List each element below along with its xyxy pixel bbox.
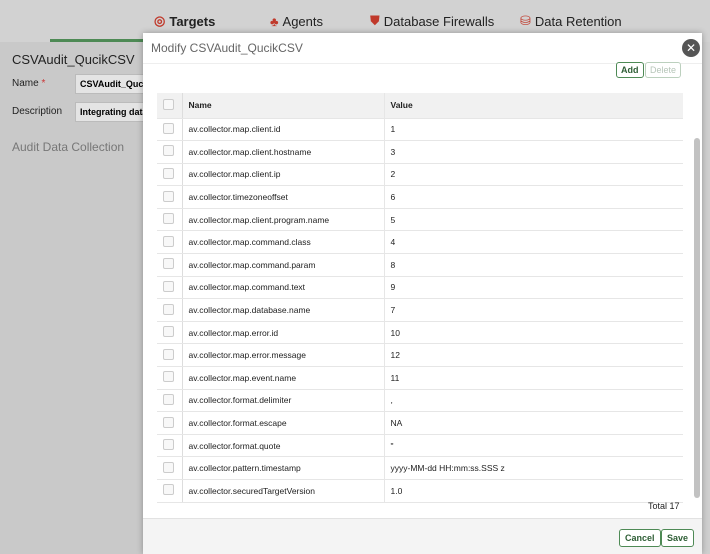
table-row[interactable]: av.collector.map.error.message 12 — [157, 343, 683, 368]
attribute-value[interactable]: NA — [384, 411, 683, 435]
target-icon: ◎ — [154, 13, 166, 28]
table-row[interactable]: av.collector.map.command.param 8 — [157, 253, 683, 277]
table-row[interactable]: av.collector.map.client.hostname 3 — [157, 140, 683, 164]
column-name[interactable]: Name — [182, 93, 385, 119]
row-checkbox[interactable] — [163, 393, 174, 405]
row-checkbox[interactable] — [163, 258, 174, 270]
attribute-name: av.collector.timezoneoffset — [182, 185, 385, 209]
cancel-button[interactable]: Cancel — [619, 529, 661, 547]
attribute-value[interactable]: 7 — [384, 298, 683, 322]
attribute-value[interactable]: 8 — [384, 253, 683, 277]
dialog-header: Modify CSVAudit_QucikCSV ✕ — [143, 33, 702, 64]
attribute-value[interactable]: 10 — [384, 321, 683, 345]
table-row[interactable]: av.collector.map.database.name 7 — [157, 298, 683, 322]
table-row[interactable]: av.collector.pattern.timestamp yyyy-MM-dd… — [157, 456, 683, 480]
row-checkbox[interactable] — [163, 303, 174, 315]
row-checkbox[interactable] — [163, 235, 174, 247]
description-label: Description — [12, 106, 63, 117]
description-field[interactable]: Integrating database — [75, 102, 145, 122]
attribute-name: av.collector.format.quote — [182, 434, 385, 458]
add-button[interactable]: Add — [616, 62, 644, 78]
attribute-name: av.collector.map.error.id — [182, 321, 385, 345]
shield-icon: ⛊ — [370, 13, 380, 28]
section-audit-data-collection: Audit Data Collection — [12, 140, 125, 154]
table-row[interactable]: av.collector.map.client.ip 2 — [157, 163, 683, 187]
table-row[interactable]: av.collector.format.quote " — [157, 434, 683, 458]
attribute-name: av.collector.map.client.hostname — [182, 140, 385, 164]
row-checkbox[interactable] — [163, 190, 174, 202]
attribute-value[interactable]: 1 — [384, 118, 683, 142]
row-checkbox[interactable] — [163, 122, 174, 134]
attribute-value[interactable]: 9 — [384, 276, 683, 300]
attribute-value[interactable]: 12 — [384, 343, 683, 368]
attribute-name: av.collector.map.client.id — [182, 118, 385, 142]
attribute-name: av.collector.format.delimiter — [182, 389, 385, 413]
row-checkbox[interactable] — [163, 280, 174, 292]
total-count: Total 17 — [648, 501, 680, 511]
table-row[interactable]: av.collector.map.error.id 10 — [157, 321, 683, 345]
attribute-value[interactable]: 11 — [384, 366, 683, 390]
target-details-panel: CSVAudit_QucikCSV Name * CSVAudit_QucikC… — [0, 42, 145, 554]
attribute-name: av.collector.map.client.ip — [182, 163, 385, 187]
attribute-value[interactable]: 3 — [384, 140, 683, 164]
delete-button[interactable]: Delete — [645, 62, 682, 78]
table-row[interactable]: av.collector.map.event.name 11 — [157, 366, 683, 390]
row-checkbox[interactable] — [163, 371, 174, 383]
row-checkbox[interactable] — [163, 461, 174, 473]
table-row[interactable]: av.collector.map.command.class 4 — [157, 230, 683, 255]
row-checkbox[interactable] — [163, 213, 174, 225]
attribute-name: av.collector.securedTargetVersion — [182, 479, 385, 503]
row-checkbox[interactable] — [163, 145, 174, 157]
attribute-name: av.collector.map.database.name — [182, 298, 385, 322]
dialog-title: Modify CSVAudit_QucikCSV — [151, 41, 303, 55]
attribute-name: av.collector.format.escape — [182, 411, 385, 435]
modify-dialog: Modify CSVAudit_QucikCSV ✕ Add Delete Na… — [143, 33, 702, 554]
attributes-table: Name Value av.collector.map.client.id 1 av… — [157, 93, 683, 503]
attribute-name: av.collector.map.command.text — [182, 276, 385, 300]
name-label: Name * — [12, 78, 46, 89]
row-checkbox[interactable] — [163, 348, 174, 360]
attribute-name: av.collector.map.client.program.name — [182, 208, 385, 232]
database-icon: ⛁ — [520, 13, 531, 28]
attribute-value[interactable]: 4 — [384, 230, 683, 255]
row-checkbox[interactable] — [163, 484, 174, 496]
close-icon[interactable]: ✕ — [682, 39, 700, 57]
row-checkbox[interactable] — [163, 416, 174, 428]
attribute-name: av.collector.map.command.param — [182, 253, 385, 277]
table-row[interactable]: av.collector.timezoneoffset 6 — [157, 185, 683, 209]
save-button[interactable]: Save — [661, 529, 695, 547]
page-title: CSVAudit_QucikCSV — [12, 52, 135, 67]
scrollbar[interactable] — [694, 138, 700, 498]
row-checkbox[interactable] — [163, 439, 174, 451]
table-row[interactable]: av.collector.format.escape NA — [157, 411, 683, 435]
table-row[interactable]: av.collector.map.client.id 1 — [157, 118, 683, 142]
column-value[interactable]: Value — [384, 93, 683, 119]
attribute-value[interactable]: " — [384, 434, 683, 458]
agents-icon: ♣ — [270, 13, 279, 29]
table-row[interactable]: av.collector.map.command.text 9 — [157, 276, 683, 300]
table-row[interactable]: av.collector.securedTargetVersion 1.0 — [157, 479, 683, 503]
attribute-value[interactable]: 2 — [384, 163, 683, 187]
select-all-checkbox[interactable] — [163, 98, 174, 110]
attribute-name: av.collector.map.error.message — [182, 343, 385, 368]
attribute-name: av.collector.pattern.timestamp — [182, 456, 385, 480]
attribute-value[interactable]: 6 — [384, 185, 683, 209]
attribute-name: av.collector.map.event.name — [182, 366, 385, 390]
attribute-value[interactable]: 5 — [384, 208, 683, 232]
table-row[interactable]: av.collector.map.client.program.name 5 — [157, 208, 683, 232]
row-checkbox[interactable] — [163, 167, 174, 179]
table-row[interactable]: av.collector.format.delimiter, — [157, 389, 683, 413]
attribute-value[interactable]: 1.0 — [384, 479, 683, 503]
attribute-value[interactable]: yyyy-MM-dd HH:mm:ss.SSS z — [384, 456, 683, 480]
name-field[interactable]: CSVAudit_QucikCSV — [75, 74, 145, 94]
attribute-value[interactable]: , — [384, 389, 683, 413]
attribute-name: av.collector.map.command.class — [182, 230, 385, 255]
row-checkbox[interactable] — [163, 326, 174, 338]
dialog-footer: Cancel Save — [143, 518, 702, 554]
table-header: Name Value — [157, 93, 683, 119]
